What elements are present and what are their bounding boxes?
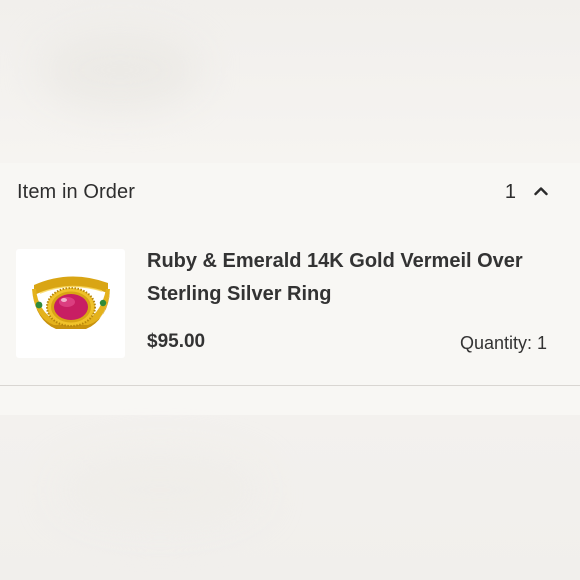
product-quantity: Quantity: 1 (459, 333, 547, 353)
background-blur-bottom (0, 415, 580, 580)
background-blob (40, 30, 200, 110)
product-price: $95.00 (147, 331, 206, 352)
section-divider (0, 385, 580, 386)
product-image[interactable] (16, 249, 125, 358)
background-blur-top (0, 0, 580, 163)
order-item-row: Ruby & Emerald 14K Gold Vermeil Over Ste… (0, 249, 580, 361)
order-summary-title: Item in Order (17, 181, 135, 203)
order-summary-panel: Item in Order 1 Ruby & Emerald 14K Gold … (0, 163, 580, 415)
product-name-link[interactable]: Ruby & Emerald 14K Gold Vermeil Over Ste… (147, 245, 557, 311)
ring-icon (32, 276, 110, 329)
order-summary-header[interactable]: Item in Order 1 (0, 163, 580, 223)
background-blob (60, 455, 260, 525)
chevron-up-icon[interactable] (526, 177, 558, 209)
order-item-count: 1 (504, 181, 516, 203)
